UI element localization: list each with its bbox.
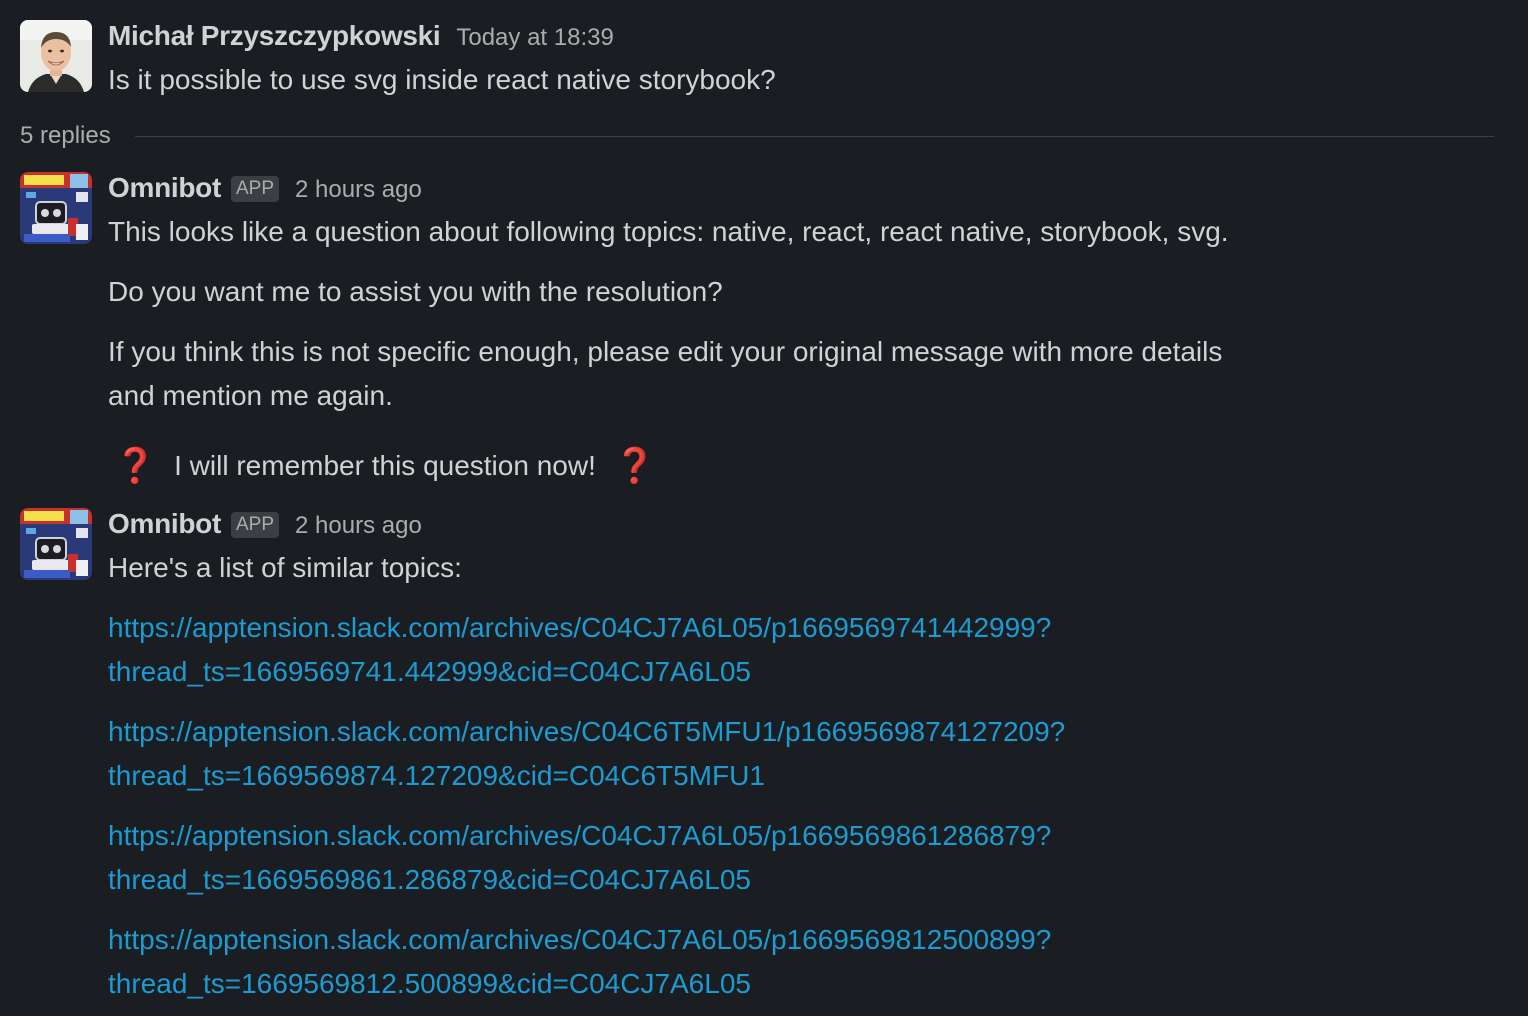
message-timestamp[interactable]: Today at 18:39 xyxy=(456,24,613,52)
edit-instructions-line-1: If you think this is not specific enough… xyxy=(108,336,1223,367)
replies-divider: 5 replies xyxy=(20,118,1494,154)
link-line-1[interactable]: https://apptension.slack.com/archives/C0… xyxy=(108,612,1051,643)
remember-paragraph: ❓ I will remember this question now! ❓ xyxy=(108,442,1508,488)
message-text: This looks like a question about followi… xyxy=(108,210,1508,488)
bot-avatar-image xyxy=(20,508,92,580)
bot-avatar-image xyxy=(20,172,92,244)
question-mark-emoji-icon: ❓ xyxy=(114,447,157,485)
edit-instructions-paragraph: If you think this is not specific enough… xyxy=(108,330,1508,418)
message-timestamp[interactable]: 2 hours ago xyxy=(295,512,422,540)
bot-avatar[interactable] xyxy=(20,172,92,244)
edit-instructions-line-2: and mention me again. xyxy=(108,380,393,411)
link-line-1[interactable]: https://apptension.slack.com/archives/C0… xyxy=(108,820,1051,851)
link-line-2[interactable]: thread_ts=1669569874.127209&cid=C04C6T5M… xyxy=(108,760,765,791)
message-text: Is it possible to use svg inside react n… xyxy=(108,64,776,95)
remember-text: I will remember this question now! xyxy=(174,450,596,481)
author-name[interactable]: Omnibot xyxy=(108,172,221,204)
user-avatar[interactable] xyxy=(20,20,92,92)
thread-view: Michał Przyszczypkowski Today at 18:39 I… xyxy=(0,0,1528,1016)
message-timestamp[interactable]: 2 hours ago xyxy=(295,176,422,204)
message-content: Omnibot APP 2 hours ago This looks like … xyxy=(108,172,1508,488)
bot-avatar[interactable] xyxy=(20,508,92,580)
link-line-2[interactable]: thread_ts=1669569861.286879&cid=C04CJ7A6… xyxy=(108,864,751,895)
message-content: Omnibot APP 2 hours ago Here's a list of… xyxy=(108,508,1508,1006)
similar-topic-link[interactable]: https://apptension.slack.com/archives/C0… xyxy=(108,918,1508,1006)
message-header: Michał Przyszczypkowski Today at 18:39 xyxy=(108,20,1508,56)
app-badge: APP xyxy=(231,176,280,202)
similar-topic-link[interactable]: https://apptension.slack.com/archives/C0… xyxy=(108,814,1508,902)
replies-count: 5 replies xyxy=(20,122,111,149)
assist-question-paragraph: Do you want me to assist you with the re… xyxy=(108,276,723,307)
divider-line xyxy=(134,135,1494,137)
link-line-2[interactable]: thread_ts=1669569741.442999&cid=C04CJ7A6… xyxy=(108,656,751,687)
app-badge: APP xyxy=(231,512,280,538)
similar-topics-intro: Here's a list of similar topics: xyxy=(108,552,462,583)
similar-topic-link[interactable]: https://apptension.slack.com/archives/C0… xyxy=(108,606,1508,694)
message-header: Omnibot APP 2 hours ago xyxy=(108,508,1508,544)
message-content: Michał Przyszczypkowski Today at 18:39 I… xyxy=(108,20,1508,102)
user-avatar-image xyxy=(20,20,92,92)
message-text: Here's a list of similar topics: https:/… xyxy=(108,546,1508,1006)
similar-topic-link[interactable]: https://apptension.slack.com/archives/C0… xyxy=(108,710,1508,798)
author-name[interactable]: Michał Przyszczypkowski xyxy=(108,20,441,52)
author-name[interactable]: Omnibot xyxy=(108,508,221,540)
link-line-1[interactable]: https://apptension.slack.com/archives/C0… xyxy=(108,716,1065,747)
link-line-2[interactable]: thread_ts=1669569812.500899&cid=C04CJ7A6… xyxy=(108,968,751,999)
question-mark-emoji-icon: ❓ xyxy=(613,447,656,485)
topics-paragraph: This looks like a question about followi… xyxy=(108,216,1229,247)
link-line-1[interactable]: https://apptension.slack.com/archives/C0… xyxy=(108,924,1051,955)
message-header: Omnibot APP 2 hours ago xyxy=(108,172,1508,208)
